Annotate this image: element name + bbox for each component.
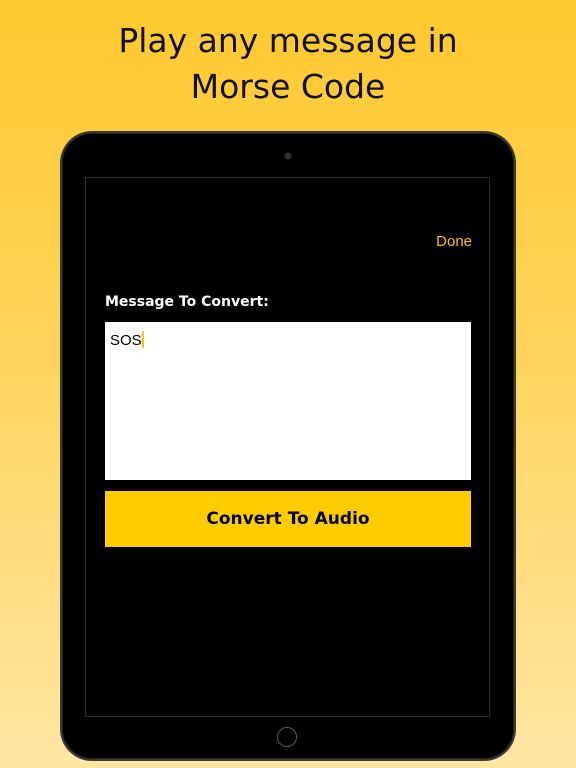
promo-headline: Play any message in Morse Code: [0, 18, 576, 110]
tablet-device-frame: Done Message To Convert: SOS Convert To …: [62, 133, 514, 759]
message-text: SOS: [110, 332, 142, 349]
headline-line-1: Play any message in: [118, 21, 458, 60]
message-label: Message To Convert:: [105, 294, 269, 310]
text-caret: [141, 331, 144, 348]
home-button-icon[interactable]: [277, 727, 297, 747]
app-screen: Done Message To Convert: SOS Convert To …: [85, 177, 490, 717]
message-input[interactable]: SOS: [105, 322, 471, 480]
convert-to-audio-button[interactable]: Convert To Audio: [105, 491, 471, 547]
headline-line-2: Morse Code: [190, 67, 386, 106]
camera-icon: [285, 153, 291, 159]
done-button[interactable]: Done: [436, 233, 472, 250]
